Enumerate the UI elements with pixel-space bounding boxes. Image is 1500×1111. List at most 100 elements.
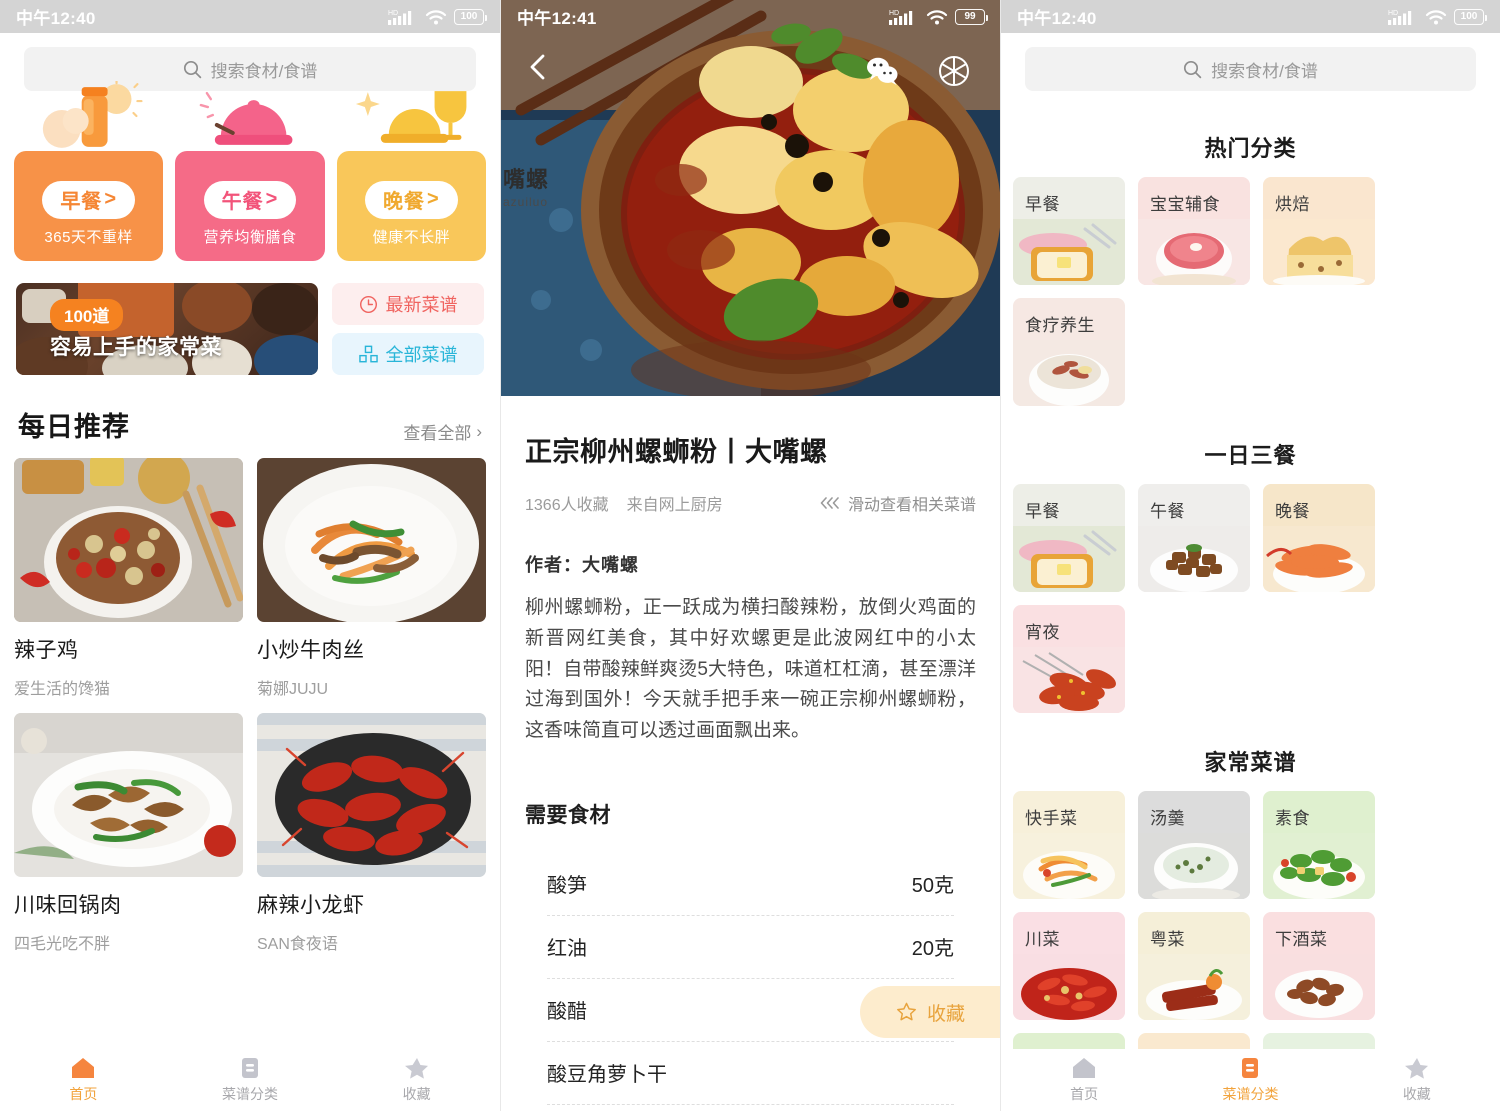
category-label: 午餐 [1150,497,1185,522]
favorite-button[interactable]: 收藏 [860,986,1000,1038]
recipe-card[interactable]: 小炒牛肉丝 菊娜JUJU [257,458,486,699]
wechat-share-button[interactable] [863,52,901,90]
category-grid-hot: 早餐 宝宝辅食 [1001,177,1500,406]
meal-card-breakfast[interactable]: 早餐 > 365天不重样 [14,115,163,261]
tab-favorites[interactable]: 收藏 [333,1056,500,1104]
breakfast-label: 早餐 [60,185,102,214]
category-tile[interactable]: 粤菜 [1138,912,1250,1020]
category-label: 早餐 [1025,190,1060,215]
ingredients-list: 酸笋 50克 红油 20克 酸醋 20克 酸豆角萝卜干 卤水螺蛳汤包 10 [525,853,976,1111]
search-placeholder: 搜索食材/食谱 [1211,57,1318,82]
category-tile[interactable]: 早餐 [1013,484,1125,592]
category-label: 快手菜 [1025,804,1078,829]
ingredient-name: 酸豆角萝卜干 [547,1058,667,1087]
dinner-pill[interactable]: 晚餐 > [365,181,458,219]
search-section: 搜索食材/食谱 [1001,33,1500,99]
status-bar-detail: 中午12:41 HD [501,0,1000,33]
category-section-title: 一日三餐 [1001,438,1500,470]
image-watermark: 嘴螺 azuiluo [503,162,549,209]
battery-level: 99 [964,11,975,22]
recipe-author: 爱生活的馋猫 [14,675,243,699]
category-label: 宵夜 [1025,618,1060,643]
lunch-body: 午餐 > 营养均衡膳食 [175,151,324,261]
status-time: 中午12:40 [16,4,96,29]
watermark-cn: 嘴螺 [503,162,549,194]
recipe-card[interactable]: 麻辣小龙虾 SAN食夜语 [257,713,486,954]
swipe-hint[interactable]: 滑动查看相关菜谱 [819,491,976,515]
latest-recipes-button[interactable]: 最新菜谱 [332,283,484,325]
banner-row: 100道 容易上手的家常菜 最新菜谱 全部菜 [0,261,500,375]
recipe-author: 四毛光吃不胖 [14,930,243,954]
category-label: 汤羹 [1150,804,1185,829]
skewers-photo [1013,647,1125,713]
category-tile[interactable]: 早餐 [1013,177,1125,285]
wifi-icon [1425,8,1447,26]
category-tile[interactable]: 宝宝辅食 [1138,177,1250,285]
tab-favorites-label: 收藏 [1403,1084,1431,1104]
aperture-icon [938,55,970,87]
category-section-title: 热门分类 [1001,131,1500,163]
battery-icon: 99 [955,9,985,25]
category-tile[interactable]: 午餐 [1138,484,1250,592]
view-all-label: 查看全部 [403,419,471,444]
category-tile[interactable]: 素食 [1263,791,1375,899]
author-name: 大嘴螺 [582,555,639,575]
ingredient-amount: 50克 [912,869,954,898]
category-tile[interactable]: 下酒菜 [1263,912,1375,1020]
luosifen-photo [501,0,1000,396]
all-recipes-button[interactable]: 全部菜谱 [332,333,484,375]
dinner-body: 晚餐 > 健康不长胖 [337,151,486,261]
bottom-tabbar-home: 首页 菜谱分类 收藏 [0,1049,500,1111]
tab-categories-label: 菜谱分类 [222,1084,278,1104]
ingredient-name: 酸醋 [547,995,587,1024]
category-tile[interactable]: 汤羹 [1138,791,1250,899]
category-label: 食疗养生 [1025,311,1095,336]
tab-home[interactable]: 首页 [0,1056,167,1104]
dinner-illustration [337,81,486,153]
category-tile[interactable]: 快手菜 [1013,791,1125,899]
category-tile[interactable]: 晚餐 [1263,484,1375,592]
recipe-card[interactable]: 川味回锅肉 四毛光吃不胖 [14,713,243,954]
three-screen-collage: 中午12:40 HD 100 [0,0,1500,1111]
ingredient-row: 卤水螺蛳汤包 100克 [547,1105,954,1111]
back-button[interactable] [519,48,557,86]
lunch-label: 午餐 [222,185,264,214]
tab-categories[interactable]: 菜谱分类 [167,1056,334,1104]
grid-icon [359,345,378,364]
camera-aperture-button[interactable] [935,52,973,90]
meal-card-lunch[interactable]: 午餐 > 营养均衡膳食 [175,115,324,261]
search-input[interactable]: 搜索食材/食谱 [1025,47,1476,91]
dinner-sub: 健康不长胖 [373,226,451,247]
screen-category: 中午12:40 HD 100 [1000,0,1500,1111]
ingredient-row: 红油 20克 [547,916,954,979]
category-tile[interactable]: 川菜 [1013,912,1125,1020]
category-label: 晚餐 [1275,497,1310,522]
breakfast-sub: 365天不重样 [44,226,133,247]
clock-icon [359,295,378,314]
view-all-link[interactable]: 查看全部 › [403,419,482,444]
ingredient-row: 酸笋 50克 [547,853,954,916]
chevron-left-icon [525,52,551,82]
lunch-pill[interactable]: 午餐 > [204,181,297,219]
white-soup-photo [1013,340,1125,406]
category-tile[interactable]: 宵夜 [1013,605,1125,713]
chevron-right-icon: › [476,422,482,442]
meal-shortcut-row: 早餐 > 365天不重样 [0,99,500,261]
ingredient-row: 酸豆角萝卜干 [547,1042,954,1105]
tab-favorites-label: 收藏 [403,1084,431,1104]
tab-categories[interactable]: 菜谱分类 [1167,1056,1333,1104]
lunch-illustration [175,81,324,153]
featured-banner[interactable]: 100道 容易上手的家常菜 [16,283,318,375]
category-tile[interactable]: 食疗养生 [1013,298,1125,406]
breakfast-pill[interactable]: 早餐 > [42,181,135,219]
recipe-card[interactable]: 辣子鸡 爱生活的馋猫 [14,458,243,699]
meal-card-dinner[interactable]: 晚餐 > 健康不长胖 [337,115,486,261]
category-tile[interactable]: 烘焙 [1263,177,1375,285]
tab-favorites[interactable]: 收藏 [1334,1056,1500,1104]
cake-photo [1263,219,1375,285]
lunch-arrow: > [266,188,279,211]
status-icons: HD 100 [388,8,484,26]
tab-home[interactable]: 首页 [1001,1056,1167,1104]
toast-photo [1013,219,1125,285]
svg-text:HD: HD [889,10,899,17]
